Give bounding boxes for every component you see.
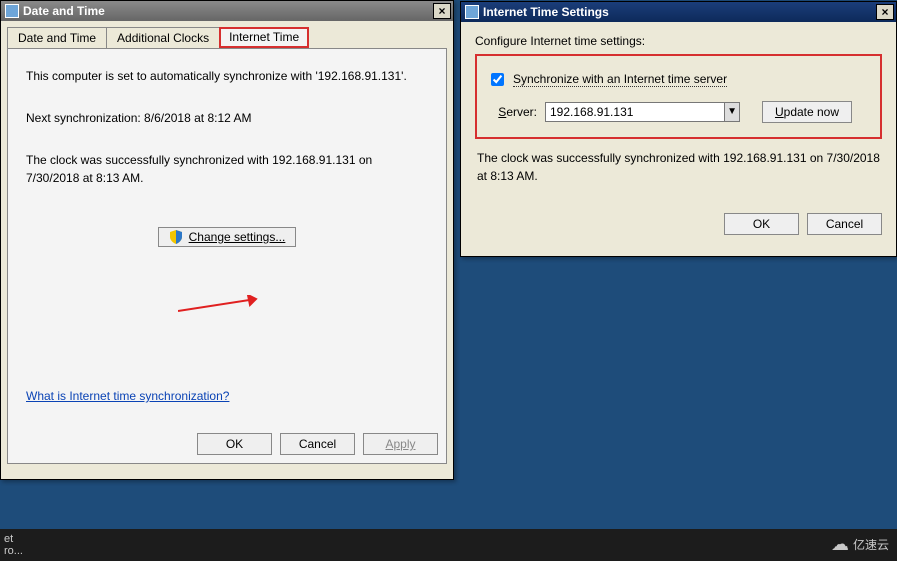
date-time-window: Date and Time × Date and Time Additional… bbox=[0, 0, 454, 480]
dialog-buttons: OK Cancel bbox=[475, 213, 882, 235]
chevron-down-icon[interactable]: ▼ bbox=[724, 103, 739, 121]
next-sync-info: Next synchronization: 8/6/2018 at 8:12 A… bbox=[26, 109, 428, 127]
settings-group: Synchronize with an Internet time server… bbox=[475, 54, 882, 139]
close-icon[interactable]: × bbox=[876, 4, 894, 20]
dialog-buttons: OK Cancel Apply bbox=[197, 433, 438, 455]
watermark-text: 亿速云 bbox=[853, 536, 889, 553]
tab-strip: Date and Time Additional Clocks Internet… bbox=[7, 27, 447, 48]
sync-checkbox[interactable] bbox=[491, 73, 504, 86]
cloud-icon: ☁ bbox=[831, 534, 849, 555]
server-label: Server: bbox=[487, 105, 537, 119]
its-body: Configure Internet time settings: Synchr… bbox=[461, 22, 896, 245]
tab-date-and-time[interactable]: Date and Time bbox=[7, 27, 107, 48]
annotation-arrow-icon bbox=[178, 295, 258, 315]
taskbar-item[interactable]: et ro... bbox=[4, 533, 23, 557]
tab-body: This computer is set to automatically sy… bbox=[7, 48, 447, 464]
apply-button[interactable]: Apply bbox=[363, 433, 438, 455]
cancel-button[interactable]: Cancel bbox=[807, 213, 882, 235]
help-link[interactable]: What is Internet time synchronization? bbox=[26, 389, 229, 403]
date-time-titlebar[interactable]: Date and Time × bbox=[1, 1, 453, 21]
shield-icon bbox=[169, 230, 183, 244]
close-icon[interactable]: × bbox=[433, 3, 451, 19]
sync-status: The clock was successfully synchronized … bbox=[477, 149, 880, 185]
sync-checkbox-label: Synchronize with an Internet time server bbox=[513, 72, 727, 87]
ok-button[interactable]: OK bbox=[197, 433, 272, 455]
server-combobox[interactable]: ▼ bbox=[545, 102, 740, 122]
change-settings-label: Change settings... bbox=[189, 230, 286, 244]
window-title: Internet Time Settings bbox=[483, 5, 876, 19]
tab-internet-time[interactable]: Internet Time bbox=[219, 27, 309, 48]
configure-label: Configure Internet time settings: bbox=[475, 34, 882, 48]
its-titlebar[interactable]: Internet Time Settings × bbox=[461, 2, 896, 22]
status-info: The clock was successfully synchronized … bbox=[26, 151, 426, 187]
tab-additional-clocks[interactable]: Additional Clocks bbox=[106, 27, 220, 48]
cancel-button[interactable]: Cancel bbox=[280, 433, 355, 455]
change-settings-button[interactable]: Change settings... bbox=[158, 227, 297, 247]
ok-button[interactable]: OK bbox=[724, 213, 799, 235]
window-icon bbox=[465, 5, 479, 19]
window-title: Date and Time bbox=[23, 4, 433, 18]
apply-label: Apply bbox=[385, 437, 415, 451]
internet-time-settings-window: Internet Time Settings × Configure Inter… bbox=[460, 1, 897, 257]
sync-info: This computer is set to automatically sy… bbox=[26, 67, 428, 85]
update-now-button[interactable]: Update now bbox=[762, 101, 852, 123]
taskbar[interactable]: et ro... bbox=[0, 529, 897, 561]
window-icon bbox=[5, 4, 19, 18]
server-input[interactable] bbox=[546, 103, 724, 121]
watermark: ☁ 亿速云 bbox=[831, 534, 889, 555]
